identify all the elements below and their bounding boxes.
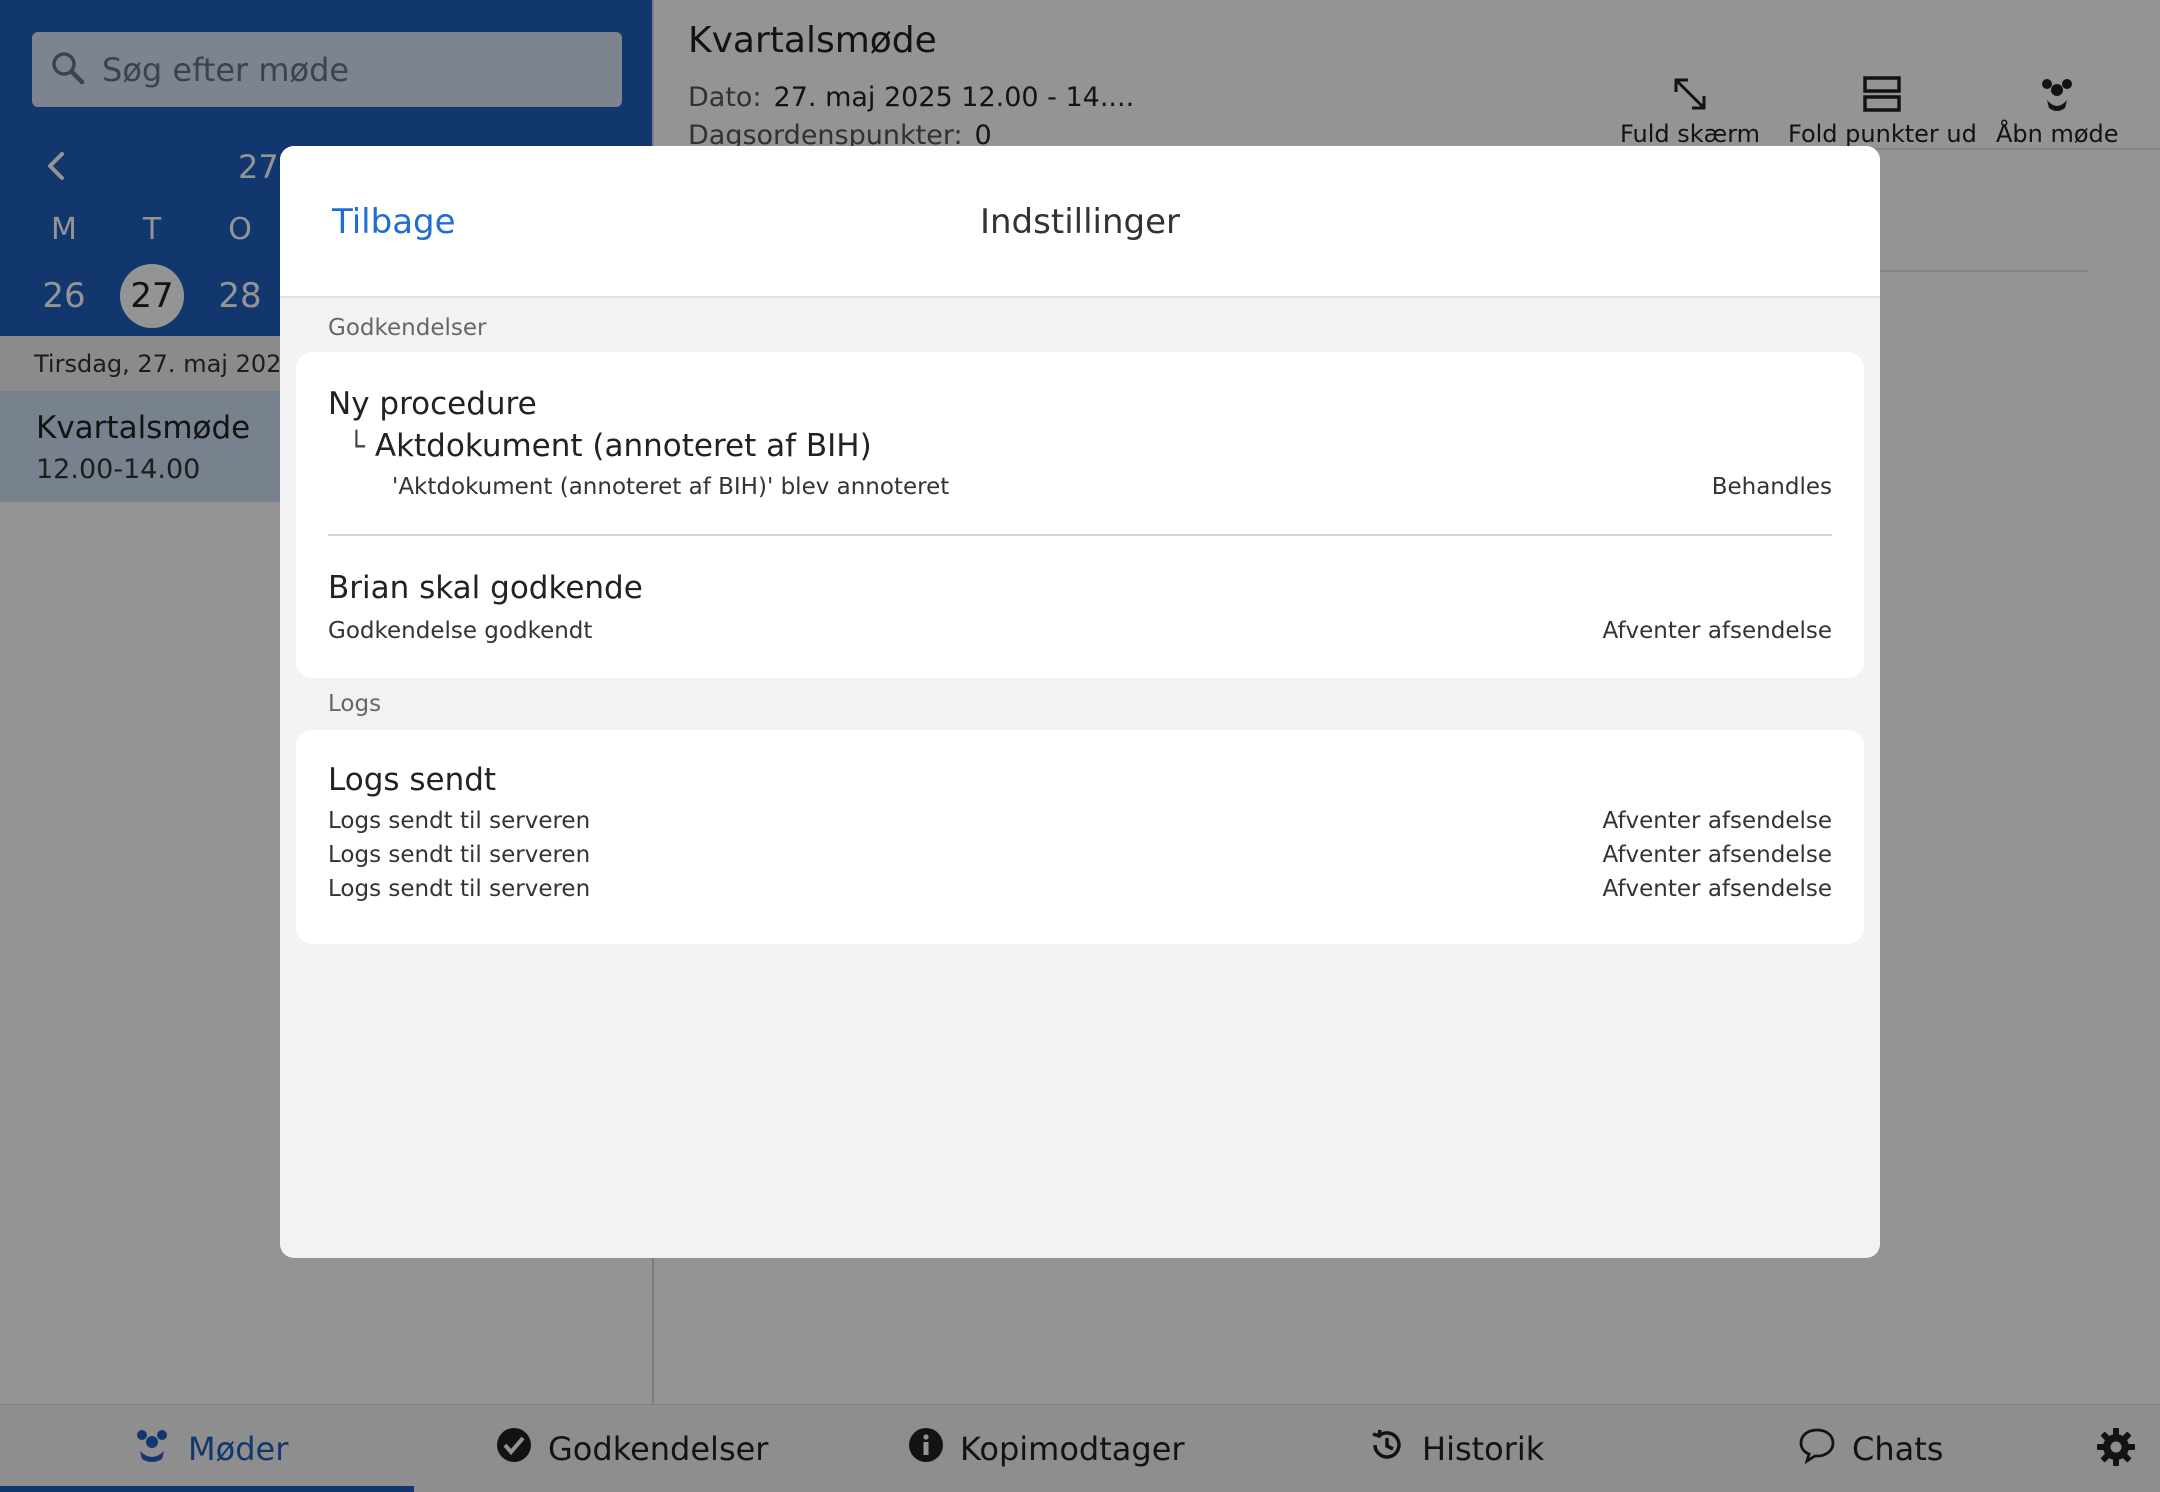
tree-branch-icon: └ (348, 429, 365, 463)
approvals-card: Ny procedure └ Aktdokument (annoteret af… (296, 352, 1864, 678)
log-row: Logs sendt til serveren Afventer afsende… (328, 876, 1832, 902)
status-text: Afventer afsendelse (1602, 618, 1832, 644)
status-text: Behandles (1711, 474, 1832, 500)
document-detail: 'Aktdokument (annoteret af BIH)' blev an… (392, 474, 950, 500)
document-entry: └ Aktdokument (annoteret af BIH) (328, 428, 1832, 464)
document-title: Aktdokument (annoteret af BIH) (374, 428, 872, 464)
procedure-title: Ny procedure (328, 386, 537, 422)
logs-title: Logs sendt (328, 762, 497, 798)
log-text: Logs sendt til serveren (328, 808, 591, 834)
logs-card: Logs sendt Logs sendt til serveren Afven… (296, 730, 1864, 944)
log-row: Logs sendt til serveren Afventer afsende… (328, 808, 1832, 834)
document-status-row: 'Aktdokument (annoteret af BIH)' blev an… (328, 474, 1832, 500)
settings-modal: Tilbage Indstillinger Godkendelser Ny pr… (280, 146, 1880, 1258)
status-text: Afventer afsendelse (1602, 876, 1832, 902)
modal-title: Indstillinger (979, 202, 1180, 242)
status-text: Afventer afsendelse (1602, 808, 1832, 834)
divider (328, 534, 1832, 536)
approver-title: Brian skal godkende (328, 570, 643, 606)
log-text: Logs sendt til serveren (328, 842, 591, 868)
modal-header: Tilbage Indstillinger (280, 146, 1880, 298)
status-text: Afventer afsendelse (1602, 842, 1832, 868)
section-label-approvals: Godkendelser (328, 315, 487, 341)
log-text: Logs sendt til serveren (328, 876, 591, 902)
approver-detail: Godkendelse godkendt (328, 618, 593, 644)
log-row: Logs sendt til serveren Afventer afsende… (328, 842, 1832, 868)
section-label-logs: Logs (328, 691, 382, 717)
approver-status-row: Godkendelse godkendt Afventer afsendelse (328, 618, 1832, 644)
